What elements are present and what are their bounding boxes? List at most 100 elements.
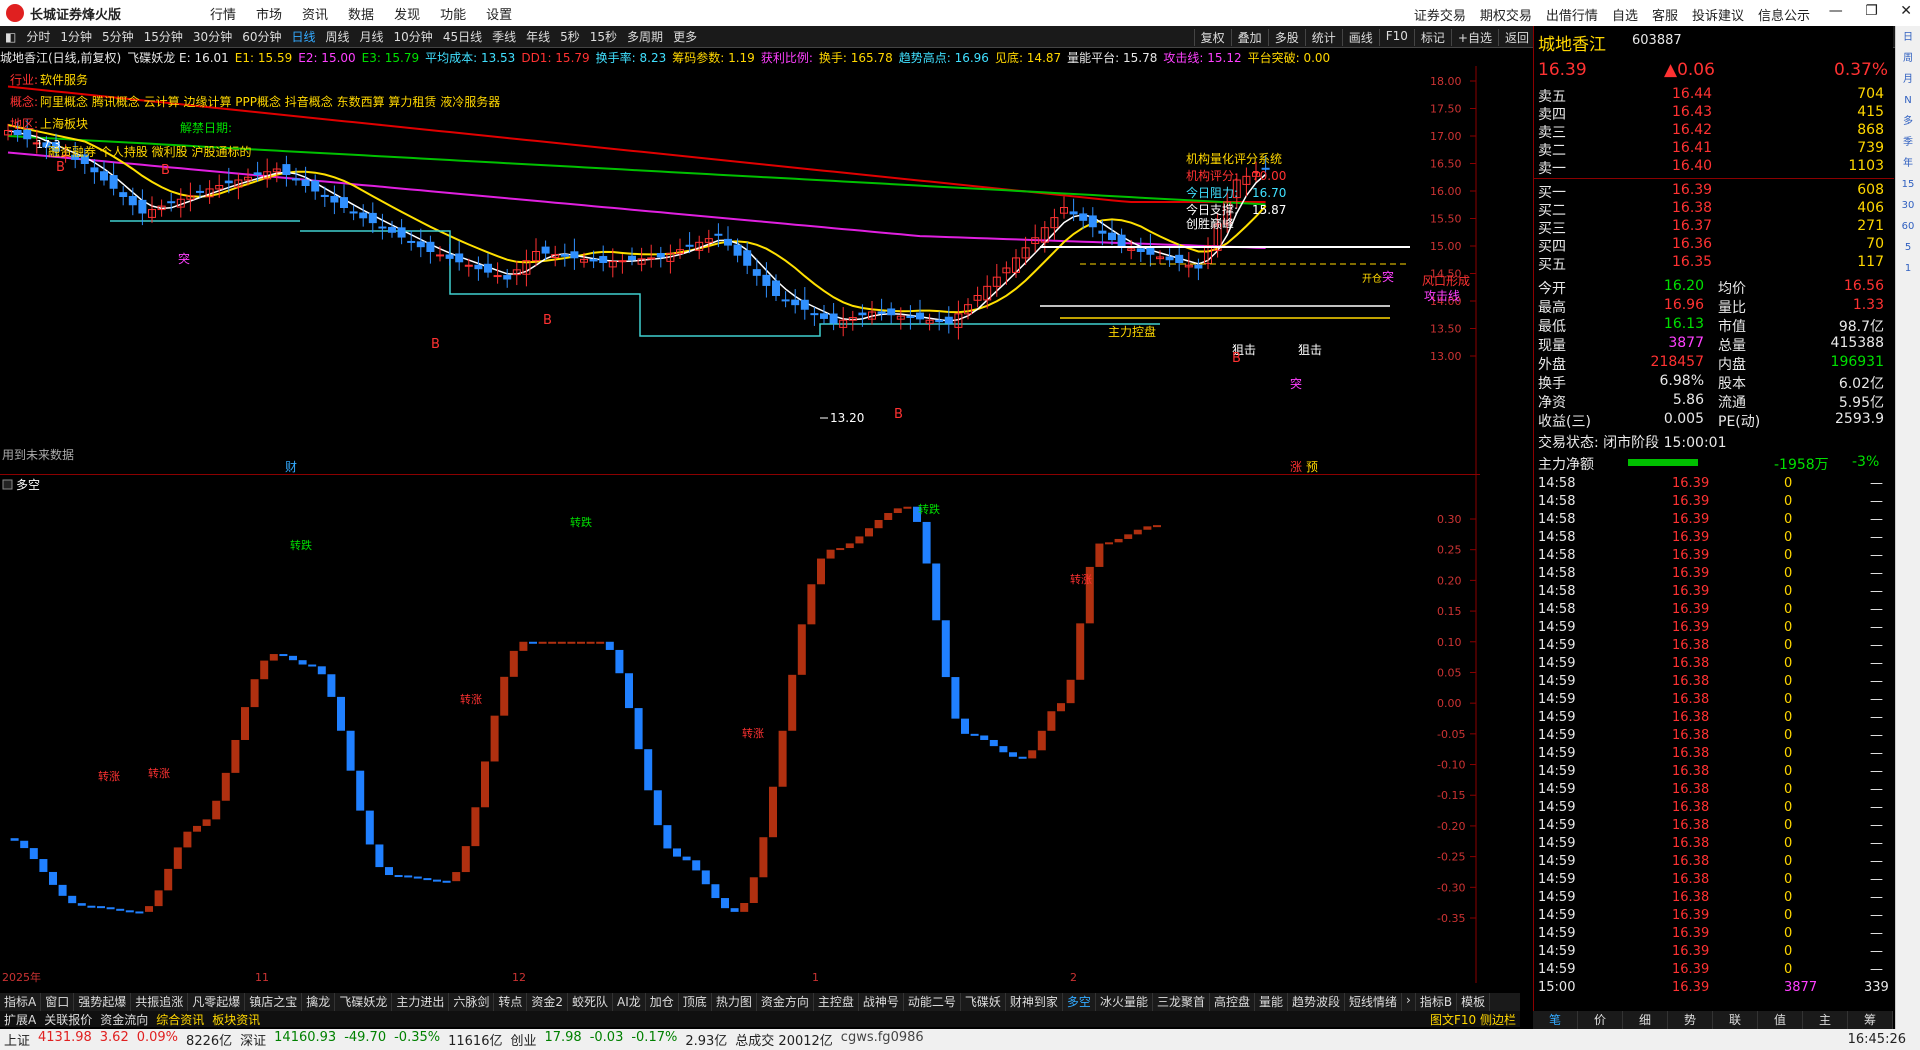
sidebar-button[interactable]: 季 <box>1898 134 1918 152</box>
quote-tab[interactable]: 值 <box>1758 1011 1803 1029</box>
quote-tab[interactable]: 筹 <box>1848 1011 1893 1029</box>
toolbar-button[interactable]: +自选 <box>1450 29 1498 46</box>
indicator-tab[interactable]: 六脉剑 <box>449 993 495 1011</box>
period-12[interactable]: 年线 <box>521 28 555 45</box>
menu-item[interactable]: 数据 <box>348 8 374 23</box>
period-8[interactable]: 月线 <box>355 28 389 45</box>
right-menu-item[interactable]: 自选 <box>1612 9 1638 24</box>
indicator-tab-right[interactable]: 模板 <box>1457 993 1491 1011</box>
extension-tab[interactable]: 关联报价 <box>40 1011 96 1027</box>
indicator-tab-right[interactable]: 指标B <box>1416 993 1458 1011</box>
right-menu-item[interactable]: 证券交易 <box>1414 9 1466 24</box>
quote-tab[interactable]: 联 <box>1713 1011 1758 1029</box>
sidebar-button[interactable]: 多 <box>1898 113 1918 131</box>
sidebar-button[interactable]: 日 <box>1898 29 1918 47</box>
indicator-tab[interactable]: 短线情绪 <box>1345 993 1403 1011</box>
quote-tab[interactable]: 价 <box>1578 1011 1623 1029</box>
right-menu-item[interactable]: 期权交易 <box>1480 9 1532 24</box>
sidebar-button[interactable]: 月 <box>1898 71 1918 89</box>
indicator-tab[interactable]: 指标A <box>0 993 42 1011</box>
minimize-icon[interactable]: — <box>1829 3 1843 19</box>
toolbar-button[interactable]: 多股 <box>1267 29 1305 46</box>
indicator-tab[interactable]: 动能二号 <box>904 993 961 1011</box>
sidebar-button[interactable]: 60 <box>1898 218 1918 236</box>
indicator-tab[interactable]: 飞碟妖 <box>961 993 1006 1011</box>
indicator-tab[interactable]: 资金2 <box>527 993 569 1011</box>
right-menu-item[interactable]: 信息公示 <box>1758 9 1810 24</box>
period-7[interactable]: 周线 <box>321 28 355 45</box>
toolbar-button[interactable]: 叠加 <box>1230 29 1268 46</box>
indicator-tab[interactable]: 冰火量能 <box>1096 993 1153 1011</box>
sub-chart-icon[interactable] <box>2 479 13 490</box>
indicator-tab[interactable]: 高控盘 <box>1210 993 1255 1011</box>
indicator-tab[interactable]: 飞碟妖龙 <box>335 993 393 1011</box>
right-menu-item[interactable]: 投诉建议 <box>1692 9 1744 24</box>
period-6[interactable]: 日线 <box>286 28 320 45</box>
indicator-tab[interactable]: 主控盘 <box>814 993 859 1011</box>
right-menu-item[interactable]: 客服 <box>1652 9 1678 24</box>
quote-tab[interactable]: 笔 <box>1533 1011 1578 1029</box>
menu-item[interactable]: 发现 <box>394 8 420 23</box>
indicator-tab[interactable]: 转点 <box>494 993 528 1011</box>
indicator-tab[interactable]: 三龙聚首 <box>1153 993 1210 1011</box>
period-14[interactable]: 15秒 <box>585 28 622 45</box>
long-short-indicator-chart[interactable]: 0.30 0.25 0.20 0.15 0.10 0.05 0.00 -0.05 -0.10 -0… <box>0 475 1480 983</box>
sidebar-button[interactable]: 1 <box>1898 260 1918 278</box>
period-4[interactable]: 30分钟 <box>188 28 237 45</box>
indicator-tab[interactable]: AI龙 <box>613 993 646 1011</box>
menu-item[interactable]: 行情 <box>210 8 236 23</box>
menu-item[interactable]: 资讯 <box>302 8 328 23</box>
extension-tab[interactable]: 扩展A <box>0 1011 40 1027</box>
indicator-tab[interactable]: 蛟死队 <box>568 993 614 1011</box>
period-0[interactable]: 分时 <box>21 28 55 45</box>
panel-toggle-icon[interactable]: ◧ <box>0 30 21 44</box>
quote-tab[interactable]: 主 <box>1803 1011 1848 1029</box>
sidebar-button[interactable]: 周 <box>1898 50 1918 68</box>
tab-scroll-icon[interactable]: › <box>1402 993 1416 1011</box>
indicator-tab[interactable]: 量能 <box>1255 993 1288 1011</box>
period-2[interactable]: 5分钟 <box>97 28 139 45</box>
indicator-tab[interactable]: 资金方向 <box>757 993 814 1011</box>
period-11[interactable]: 季线 <box>487 28 521 45</box>
kline-chart[interactable]: 18.0017.5017.0016.5016.0015.5015.0014.50… <box>0 66 1480 474</box>
indicator-tab[interactable]: 多空 <box>1063 993 1096 1011</box>
sidebar-button[interactable]: 年 <box>1898 155 1918 173</box>
indicator-tab[interactable]: 镇店之宝 <box>245 993 303 1011</box>
toolbar-button[interactable]: 统计 <box>1304 29 1342 46</box>
sidebar-button[interactable]: 15 <box>1898 176 1918 194</box>
toolbar-button[interactable]: F10 <box>1378 29 1414 46</box>
indicator-tab[interactable]: 热力图 <box>712 993 757 1011</box>
menu-item[interactable]: 设置 <box>486 8 512 23</box>
indicator-tab[interactable]: 强势起爆 <box>74 993 132 1011</box>
indicator-tab[interactable]: 擒龙 <box>302 993 336 1011</box>
indicator-tab[interactable]: 凡零起爆 <box>188 993 246 1011</box>
period-1[interactable]: 1分钟 <box>55 28 97 45</box>
indicator-tab[interactable]: 共振追涨 <box>131 993 189 1011</box>
right-menu-item[interactable]: 出借行情 <box>1546 9 1598 24</box>
period-10[interactable]: 45日线 <box>438 28 487 45</box>
indicator-tab[interactable]: 顶底 <box>679 993 712 1011</box>
indicator-tab[interactable]: 加仓 <box>646 993 679 1011</box>
period-16[interactable]: 更多 <box>668 28 702 45</box>
indicator-tab[interactable]: 财神到家 <box>1006 993 1063 1011</box>
sidebar-button[interactable]: 30 <box>1898 197 1918 215</box>
toolbar-button[interactable]: 标记 <box>1413 29 1451 46</box>
extension-tab[interactable]: 资金流向 <box>96 1011 152 1027</box>
sidebar-button[interactable]: N <box>1898 92 1918 110</box>
toolbar-button[interactable]: 画线 <box>1341 29 1379 46</box>
period-15[interactable]: 多周期 <box>622 28 668 45</box>
period-9[interactable]: 10分钟 <box>389 28 438 45</box>
indicator-tab[interactable]: 窗口 <box>41 993 75 1011</box>
indicator-tab[interactable]: 主力进出 <box>392 993 450 1011</box>
sidebar-button[interactable]: 5 <box>1898 239 1918 257</box>
indicator-tab[interactable]: 趋势波段 <box>1288 993 1346 1011</box>
extension-tab[interactable]: 综合资讯 <box>152 1011 208 1027</box>
f10-sidebar-link[interactable]: 图文F10 侧边栏 <box>1426 1011 1520 1027</box>
close-icon[interactable]: ✕ <box>1900 3 1912 19</box>
indicator-tab[interactable]: 战神号 <box>859 993 904 1011</box>
extension-tab[interactable]: 板块资讯 <box>208 1011 264 1027</box>
toolbar-button[interactable]: 复权 <box>1193 29 1231 46</box>
quote-tab[interactable]: 细 <box>1623 1011 1668 1029</box>
period-13[interactable]: 5秒 <box>555 28 585 45</box>
period-5[interactable]: 60分钟 <box>237 28 286 45</box>
